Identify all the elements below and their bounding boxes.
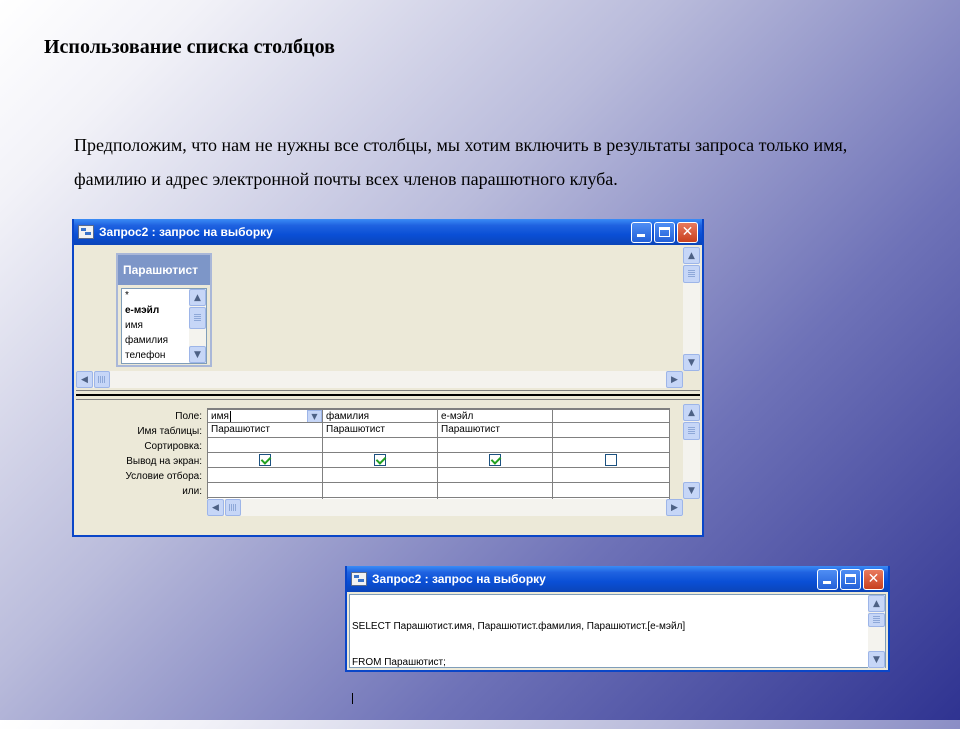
maximize-button[interactable] [840, 568, 861, 590]
arrow-right-icon[interactable]: ▶ [666, 499, 683, 516]
arrow-up-icon[interactable]: ▲ [868, 595, 885, 612]
arrow-down-icon[interactable]: ▼ [189, 346, 206, 363]
design-window-title: Запрос2 : запрос на выборку [99, 225, 273, 239]
maximize-icon [845, 574, 856, 584]
qbe-grid-pane: Поле: Имя таблицы: Сортировка: Вывод на … [76, 400, 700, 516]
row-label-sort: Сортировка: [144, 441, 202, 452]
scroll-thumb[interactable] [225, 499, 241, 516]
grid-sort-cell[interactable] [208, 438, 322, 453]
arrow-right-icon[interactable]: ▶ [666, 371, 683, 388]
table-name[interactable]: Парашютист [118, 255, 210, 285]
row-label-or: или: [182, 486, 202, 497]
table-pane: Парашютист * е-мэйл имя фамилия телефон … [76, 247, 700, 390]
arrow-down-icon[interactable]: ▼ [868, 651, 885, 668]
minimize-button[interactable] [631, 221, 652, 243]
query-window-icon [351, 572, 367, 586]
arrow-left-icon[interactable]: ◀ [76, 371, 93, 388]
slide-title: Использование списка столбцов [44, 36, 335, 58]
sql-vscroll[interactable]: ▲ ▼ [868, 595, 885, 668]
close-icon: ✕ [681, 224, 694, 240]
grid-field-cell[interactable] [553, 408, 669, 423]
close-icon: ✕ [867, 571, 880, 587]
grid-column: фамилия Парашютист [323, 408, 438, 499]
row-label-show: Вывод на экран: [126, 456, 202, 467]
grid-table-cell[interactable] [553, 423, 669, 438]
text-cursor [229, 410, 231, 422]
row-label-field: Поле: [175, 411, 202, 422]
field-list[interactable]: * е-мэйл имя фамилия телефон ▲ ▼ [121, 288, 207, 364]
grid-or-cell[interactable] [553, 483, 669, 498]
grid-criteria-cell[interactable] [323, 468, 437, 483]
grid-show-cell [553, 453, 669, 468]
minimize-button[interactable] [817, 568, 838, 590]
grid-field-cell[interactable]: имя ▼ [208, 408, 322, 423]
show-checkbox[interactable] [605, 454, 617, 466]
grid-vscroll[interactable]: ▲ ▼ [683, 404, 700, 499]
query-design-window: Запрос2 : запрос на выборку ✕ Парашютист… [72, 219, 704, 537]
scroll-thumb[interactable] [94, 371, 110, 388]
row-label-table: Имя таблицы: [137, 426, 202, 437]
grid-criteria-cell[interactable] [438, 468, 552, 483]
chevron-down-icon[interactable]: ▼ [307, 410, 322, 422]
table-pane-hscroll[interactable]: ◀ ▶ [76, 371, 683, 388]
maximize-button[interactable] [654, 221, 675, 243]
grid-column [553, 408, 670, 499]
grid-or-cell[interactable] [323, 483, 437, 498]
grid-table-cell[interactable]: Парашютист [323, 423, 437, 438]
grid-column: имя ▼ Парашютист [208, 408, 323, 499]
sql-text[interactable]: SELECT Парашютист.имя, Парашютист.фамили… [352, 597, 865, 729]
show-checkbox[interactable] [259, 454, 271, 466]
grid-table-cell[interactable]: Парашютист [438, 423, 552, 438]
grid-sort-cell[interactable] [323, 438, 437, 453]
scroll-thumb[interactable] [868, 613, 885, 627]
qbe-grid: имя ▼ Парашютист фамилия Парашютист е-мэ… [207, 408, 670, 499]
row-label-criteria: Условие отбора: [125, 471, 202, 482]
query-window-icon [78, 225, 94, 239]
grid-criteria-cell[interactable] [208, 468, 322, 483]
grid-field-value: имя [211, 411, 229, 422]
grid-table-cell[interactable]: Парашютист [208, 423, 322, 438]
grid-field-cell[interactable]: е-мэйл [438, 408, 552, 423]
arrow-up-icon[interactable]: ▲ [189, 289, 206, 306]
grid-column: е-мэйл Парашютист [438, 408, 553, 499]
grid-sort-cell[interactable] [553, 438, 669, 453]
sql-editor[interactable]: SELECT Парашютист.имя, Парашютист.фамили… [349, 594, 886, 704]
scroll-thumb[interactable] [189, 307, 206, 329]
scroll-thumb[interactable] [683, 265, 700, 283]
minimize-icon [637, 233, 645, 237]
field-list-scrollbar[interactable]: ▲ ▼ [189, 289, 206, 363]
sql-line: SELECT Парашютист.имя, Парашютист.фамили… [352, 621, 686, 632]
sql-view-window: Запрос2 : запрос на выборку ✕ SELECT Пар… [345, 566, 890, 704]
grid-show-cell [208, 453, 322, 468]
minimize-icon [823, 580, 831, 584]
arrow-left-icon[interactable]: ◀ [207, 499, 224, 516]
grid-field-cell[interactable]: фамилия [323, 408, 437, 423]
arrow-up-icon[interactable]: ▲ [683, 247, 700, 264]
table-field-list-window[interactable]: Парашютист * е-мэйл имя фамилия телефон … [116, 253, 212, 367]
grid-show-cell [438, 453, 552, 468]
close-button[interactable]: ✕ [863, 568, 884, 590]
grid-criteria-cell[interactable] [553, 468, 669, 483]
grid-hscroll[interactable]: ◀ ▶ [207, 499, 683, 516]
sql-window-title: Запрос2 : запрос на выборку [372, 572, 546, 586]
text-cursor [352, 693, 865, 705]
grid-or-cell[interactable] [208, 483, 322, 498]
slide-paragraph: Предположим, что нам не нужны все столбц… [74, 135, 848, 189]
arrow-down-icon[interactable]: ▼ [683, 482, 700, 499]
grid-sort-cell[interactable] [438, 438, 552, 453]
scroll-thumb[interactable] [683, 422, 700, 440]
show-checkbox[interactable] [489, 454, 501, 466]
sql-window-titlebar[interactable]: Запрос2 : запрос на выборку ✕ [347, 566, 888, 592]
pane-splitter[interactable] [76, 390, 700, 400]
table-pane-vscroll[interactable]: ▲ ▼ [683, 247, 700, 371]
sql-line: FROM Парашютист; [352, 657, 446, 668]
grid-or-cell[interactable] [438, 483, 552, 498]
arrow-up-icon[interactable]: ▲ [683, 404, 700, 421]
close-button[interactable]: ✕ [677, 221, 698, 243]
grid-show-cell [323, 453, 437, 468]
maximize-icon [659, 227, 670, 237]
show-checkbox[interactable] [374, 454, 386, 466]
design-window-titlebar[interactable]: Запрос2 : запрос на выборку ✕ [74, 219, 702, 245]
arrow-down-icon[interactable]: ▼ [683, 354, 700, 371]
